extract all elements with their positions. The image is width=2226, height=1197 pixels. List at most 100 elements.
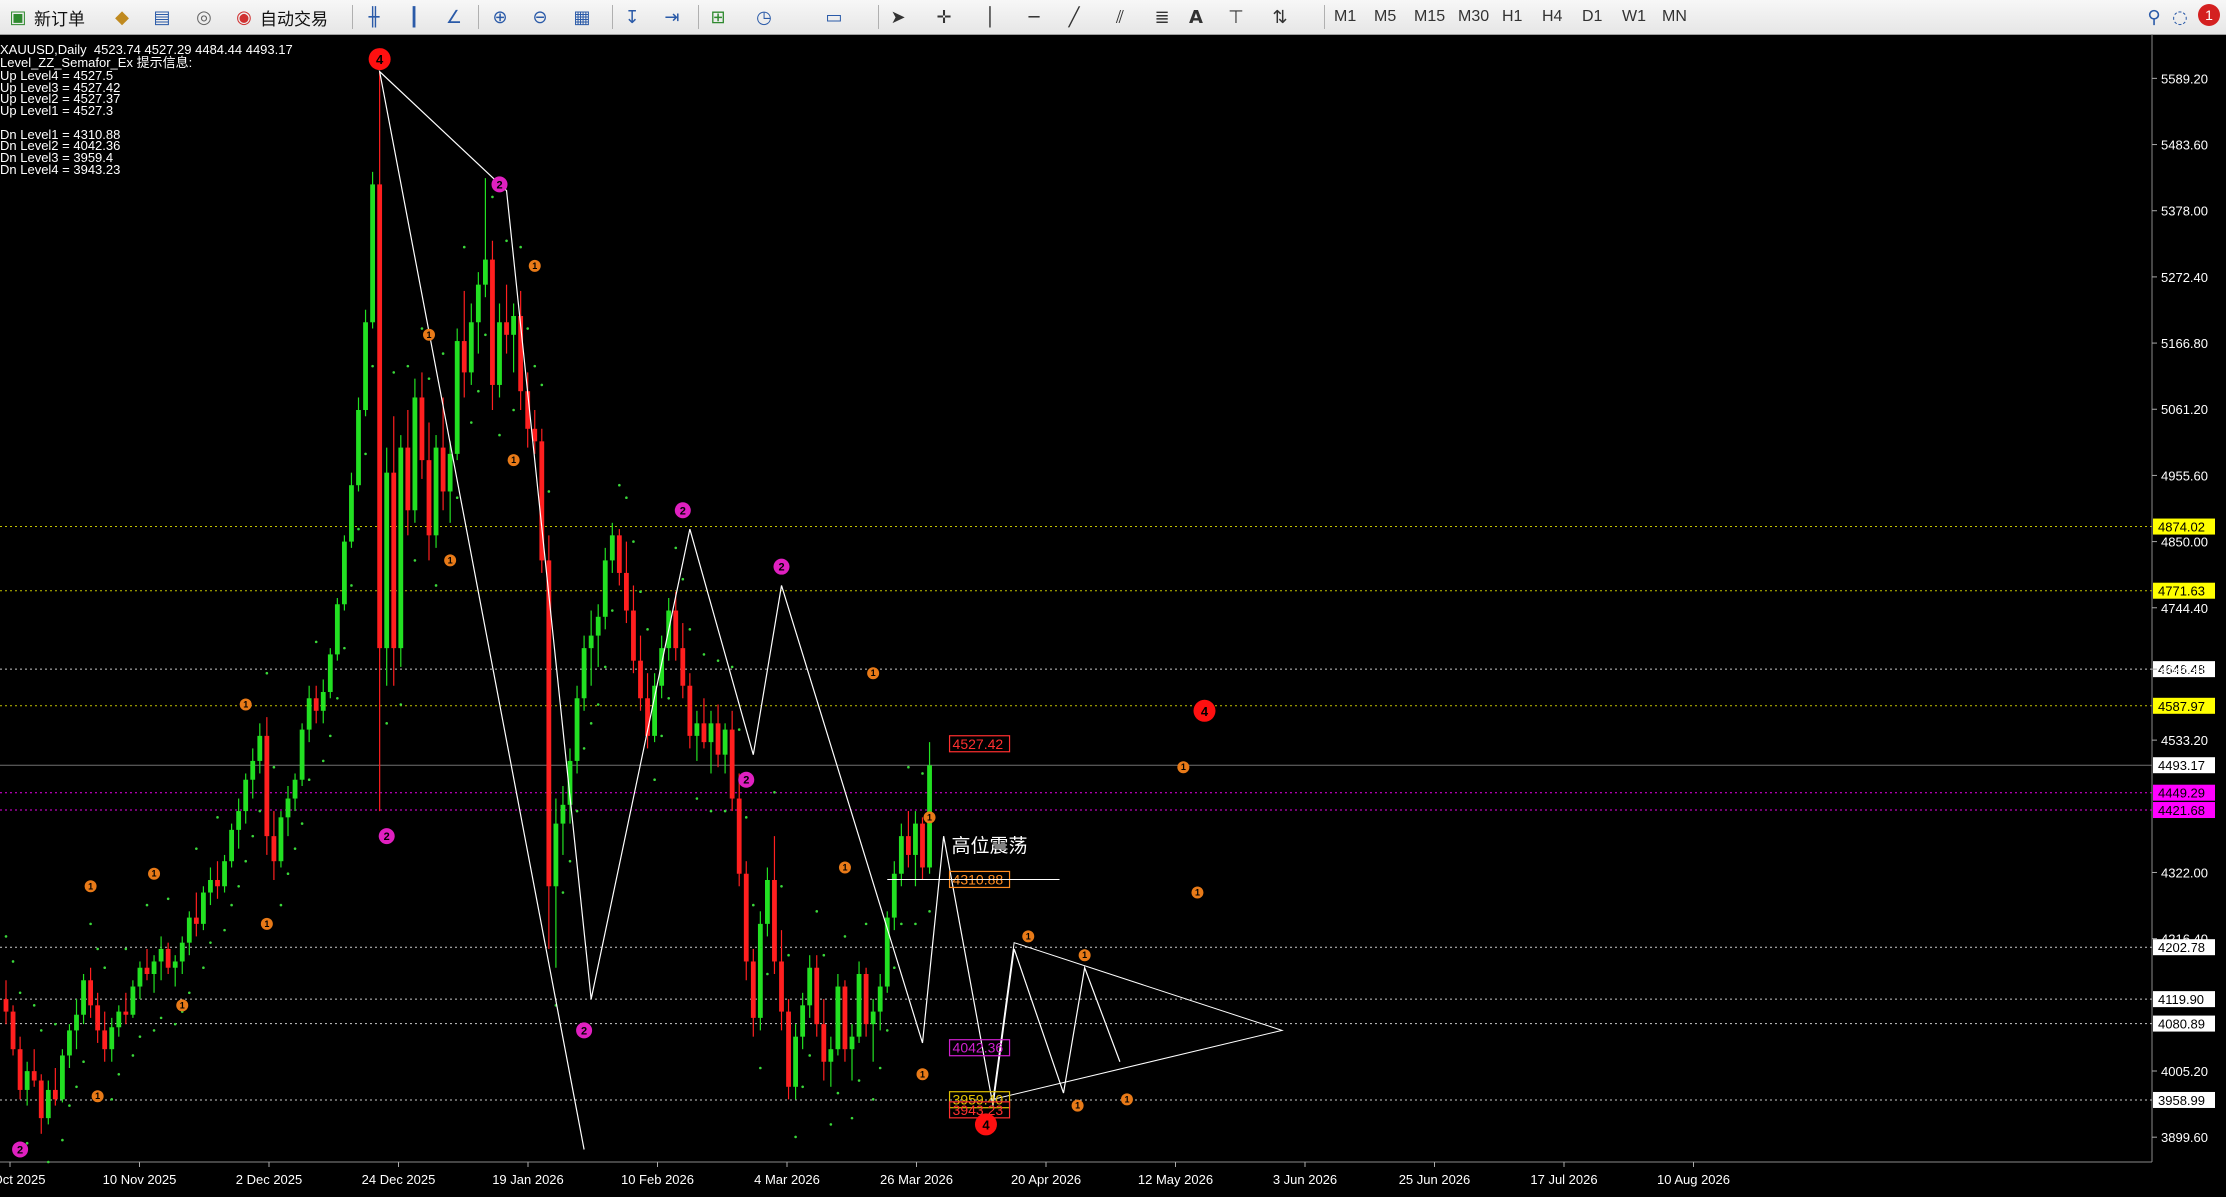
zoom-out-icon[interactable]: ⊖ (528, 6, 552, 28)
semafor-marker-label: 1 (532, 261, 537, 271)
toolbar-separator (478, 5, 479, 29)
new-order-group[interactable]: ▣ 新订单 (6, 4, 89, 30)
candle-body (828, 1049, 834, 1062)
text-label-icon[interactable]: ⊤ (1224, 6, 1248, 28)
sar-dot (533, 364, 537, 368)
candle-body (370, 184, 375, 323)
zoom-in-icon[interactable]: ⊕ (488, 6, 512, 28)
search-icon[interactable]: ⚲ (2142, 6, 2166, 28)
timeframe-m1[interactable]: M1 (1328, 4, 1368, 30)
candle-body (363, 322, 368, 410)
navigator-icon[interactable]: ▤ (150, 6, 174, 28)
sar-dot (54, 1022, 57, 1026)
tile-windows-icon[interactable]: ▦ (570, 6, 594, 28)
price-level-label: 3958.99 (2158, 1093, 2205, 1108)
y-tick-label: 4744.40 (2161, 601, 2208, 616)
sar-dot (794, 1135, 797, 1139)
sar-dot (568, 859, 572, 863)
y-tick-label: 5589.20 (2161, 71, 2208, 86)
timeframe-m30[interactable]: M30 (1452, 4, 1496, 30)
y-tick-label: 4005.20 (2161, 1064, 2208, 1079)
candle-body (285, 798, 291, 818)
sar-dot (39, 1029, 43, 1032)
candle-body (468, 322, 474, 373)
semafor-marker-label: 1 (1026, 931, 1031, 941)
new-order-button[interactable]: 新订单 (30, 4, 89, 30)
sar-dot (766, 972, 769, 976)
timeframe-mn[interactable]: MN (1656, 4, 1696, 30)
sar-dot (787, 953, 790, 957)
sar-dot (110, 1098, 114, 1101)
candle-body (257, 735, 263, 761)
candle-body (172, 961, 178, 968)
periods-icon[interactable]: ◷ (752, 6, 776, 28)
semafor-marker-label: 1 (1195, 888, 1200, 898)
price-level-label: 4449.29 (2158, 786, 2205, 801)
timeframe-h1[interactable]: H1 (1496, 4, 1536, 30)
sar-dot (575, 809, 579, 813)
candle-body (779, 961, 784, 1012)
y-tick-label: 5166.80 (2161, 336, 2208, 351)
candle-body (454, 341, 460, 454)
auto-scroll-icon[interactable]: ↧ (620, 6, 644, 28)
arrows-icon[interactable]: ⇅ (1268, 6, 1292, 28)
auto-trading-group[interactable]: ◉ 自动交易 (232, 4, 332, 30)
sar-dot (477, 389, 480, 393)
candle-body (920, 823, 925, 868)
candle-body (490, 259, 495, 385)
chart-shift-icon[interactable]: ⇥ (660, 6, 684, 28)
timeframe-m15[interactable]: M15 (1408, 4, 1452, 30)
sar-dot (82, 1060, 85, 1064)
equidistant-channel-icon[interactable]: ⫽ (1108, 6, 1132, 28)
templates-icon[interactable]: ▭ (822, 6, 846, 28)
candle-body (349, 485, 354, 542)
fibonacci-icon[interactable]: ≣ (1150, 6, 1174, 28)
sar-dot (864, 922, 868, 926)
candle-body (88, 980, 93, 1006)
x-tick-label: 10 Aug 2026 (1657, 1172, 1730, 1187)
vertical-line-icon[interactable]: │ (978, 6, 1002, 28)
horizontal-line-icon[interactable]: ─ (1022, 6, 1046, 28)
bar-chart-icon[interactable]: ╫ (362, 6, 386, 28)
candle-body (60, 1055, 65, 1100)
timeframe-w1[interactable]: W1 (1616, 4, 1656, 30)
candle-body (877, 986, 883, 1012)
y-tick-label: 5272.40 (2161, 270, 2208, 285)
candle-body (673, 610, 679, 649)
sar-dot (815, 910, 819, 913)
candle-body (95, 1005, 101, 1031)
candle-body (299, 729, 305, 780)
market-watch-icon[interactable]: ◆ (110, 6, 134, 28)
sar-dot (639, 590, 642, 594)
sar-dot (928, 910, 931, 913)
candle-body (123, 1011, 129, 1015)
candlestick-icon[interactable]: ┃ (402, 6, 426, 28)
sar-dot (780, 884, 783, 888)
candle-body (511, 316, 516, 335)
chat-icon[interactable]: ◌ (2168, 6, 2192, 28)
sar-dot (843, 935, 847, 938)
x-tick-label: 10 Feb 2026 (621, 1172, 694, 1187)
crosshair-icon[interactable]: ✛ (932, 6, 956, 28)
notification-badge[interactable]: 1 (2198, 4, 2220, 26)
candle-body (412, 397, 418, 511)
auto-trading-button[interactable]: 自动交易 (256, 4, 332, 30)
line-chart-icon[interactable]: ∠ (442, 6, 466, 28)
candle-body (102, 1030, 108, 1050)
chart-canvas[interactable]: 4874.02 4771.63 4646.48 4587.97 4493.17 4449.… (0, 26, 2226, 1193)
timeframe-m5[interactable]: M5 (1368, 4, 1408, 30)
cursor-icon[interactable]: ➤ (886, 6, 910, 28)
timeframe-h4[interactable]: H4 (1536, 4, 1576, 30)
price-chart[interactable]: 4874.02 4771.63 4646.48 4587.97 4493.17 4449.… (0, 26, 2226, 1193)
sar-dot (237, 884, 240, 888)
semafor-marker-label: 1 (920, 1069, 925, 1079)
text-icon[interactable]: A (1184, 6, 1208, 28)
candle-body (624, 572, 629, 611)
candle-body (835, 986, 841, 1050)
indicators-icon[interactable]: ⊞ (706, 6, 730, 28)
x-tick-label: 26 Mar 2026 (880, 1172, 953, 1187)
x-tick-label: 10 Nov 2025 (103, 1172, 177, 1187)
timeframe-d1[interactable]: D1 (1576, 4, 1616, 30)
terminal-icon[interactable]: ◎ (192, 6, 216, 28)
trendline-icon[interactable]: ╱ (1062, 6, 1086, 28)
